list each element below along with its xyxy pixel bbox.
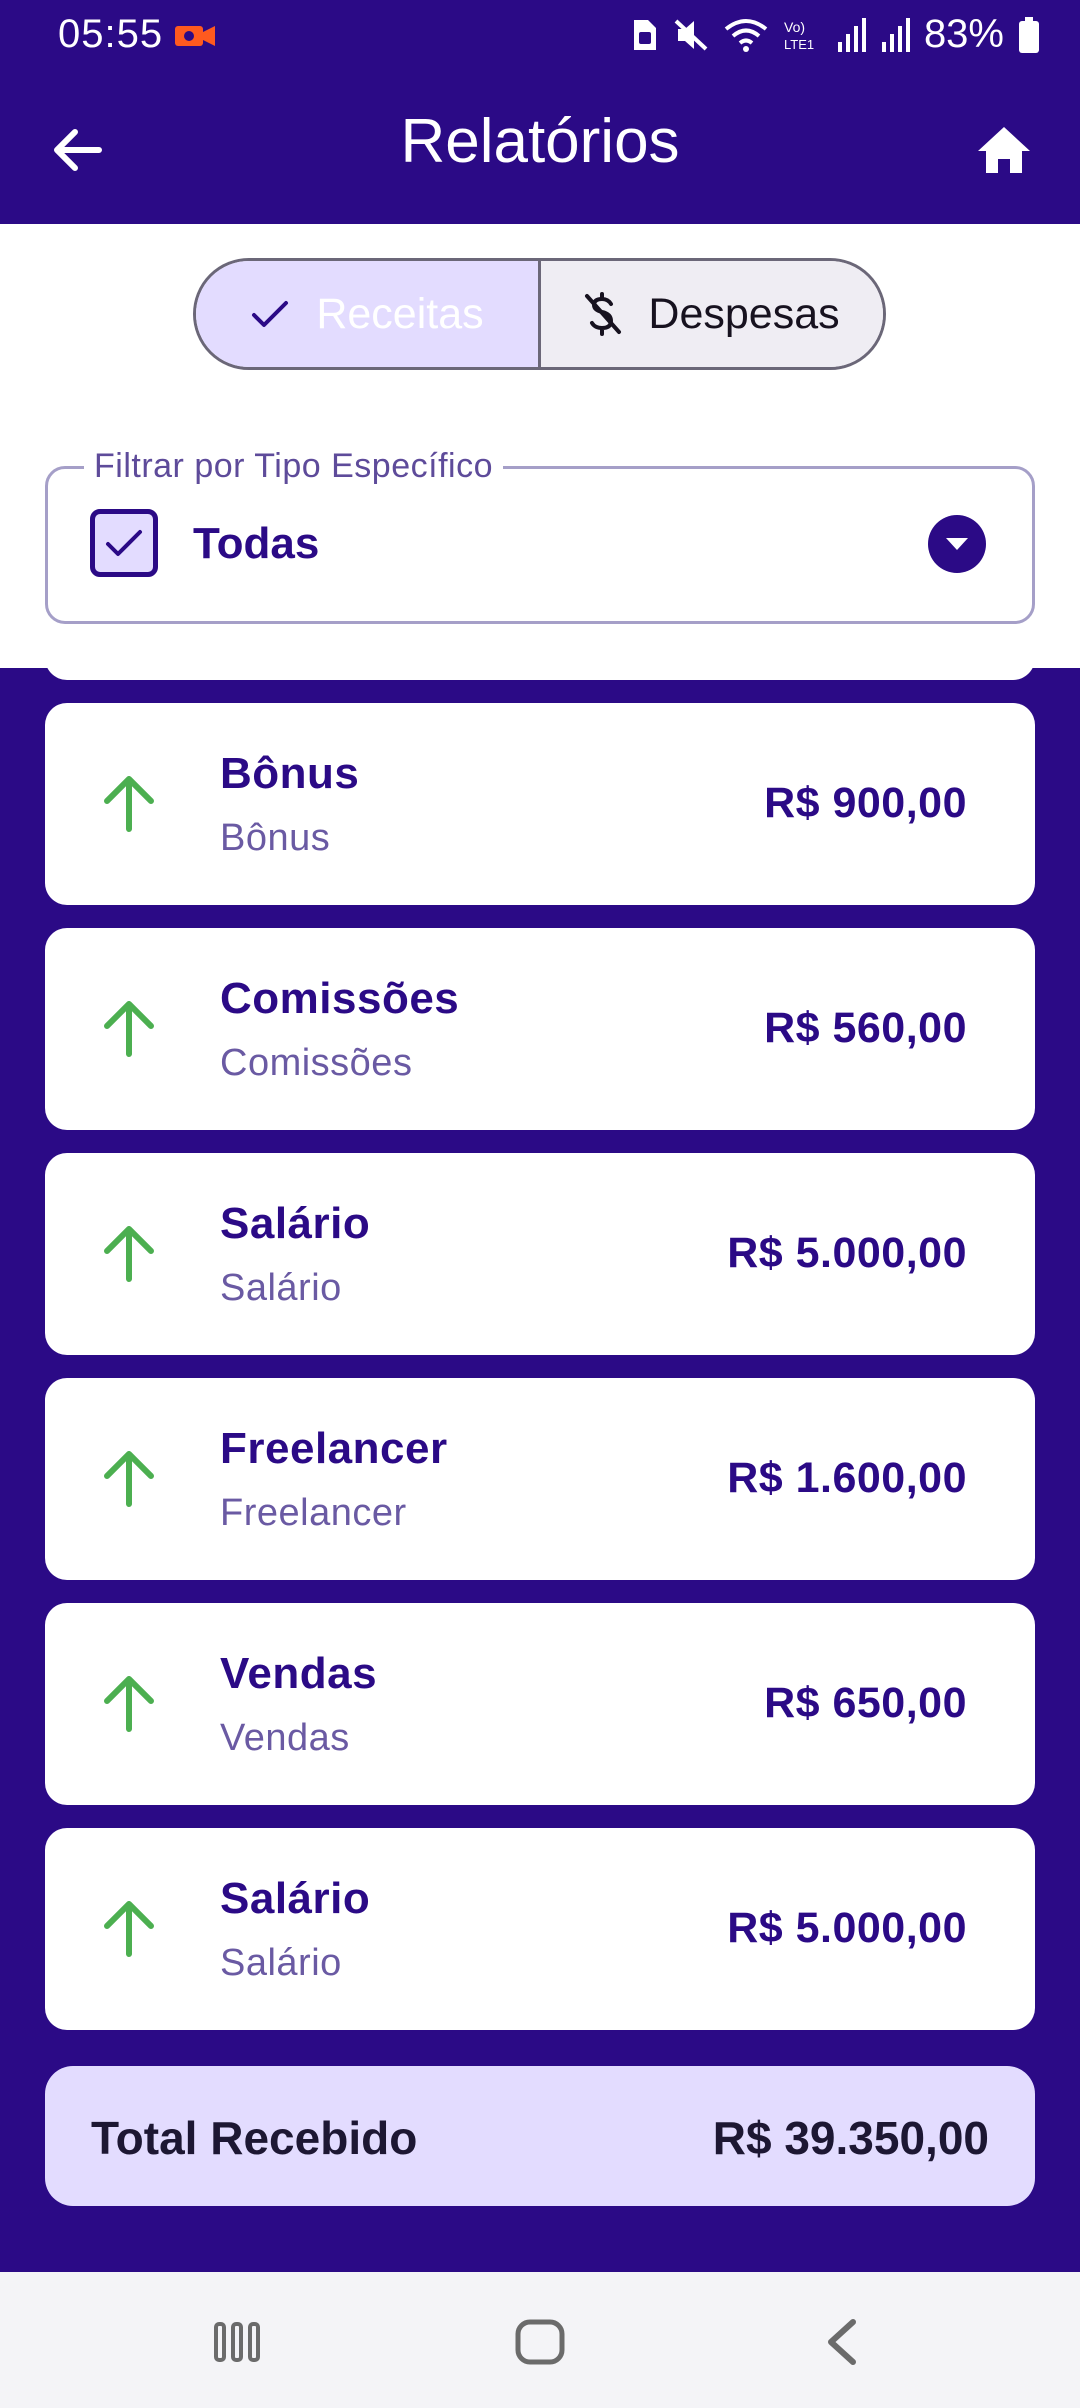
list-item[interactable]: Comissões Comissões R$ 560,00 [45,928,1035,1130]
volte-icon: Vo) LTE1 [784,19,814,52]
check-icon [252,301,289,327]
item-title: Freelancer [220,1424,448,1473]
mute-icon [674,19,708,50]
item-category: Bônus [220,817,331,859]
item-title: Bônus [220,749,360,798]
battery-icon [1019,16,1039,53]
screen-record-icon [175,26,215,46]
filter-panel: Receitas Despesas Filtrar por Tipo Espec… [0,224,1080,668]
item-category: Salário [220,1267,342,1309]
home-nav-icon [515,2319,565,2365]
type-toggle: Receitas Despesas [193,258,886,370]
item-title: Salário [220,1874,371,1923]
item-amount: R$ 5.000,00 [727,1904,967,1952]
item-amount: R$ 5.000,00 [727,1229,967,1277]
arrow-up-icon [104,1226,154,1282]
wifi-icon [724,18,768,52]
arrow-up-icon [104,1001,154,1057]
total-value: R$ 39.350,00 [712,2112,989,2164]
money-off-icon [585,292,622,336]
home-icon [978,127,1030,173]
item-title: Salário [220,1199,371,1248]
list-item[interactable]: Vendas Vendas R$ 650,00 [45,1603,1035,1805]
arrow-up-icon [104,1451,154,1507]
svg-text:Vo): Vo) [784,19,805,35]
income-list: Bônus Bônus R$ 900,00 Comissões Comissões R$ … [45,703,1035,2053]
item-category: Freelancer [220,1492,407,1534]
item-title: Comissões [220,974,460,1023]
sim-card-icon [633,19,656,50]
chevron-down-icon [928,515,986,573]
item-amount: R$ 1.600,00 [727,1454,967,1502]
list-item[interactable]: Freelancer Freelancer R$ 1.600,00 [45,1378,1035,1580]
battery-percent: 83% [923,12,1004,56]
page-title: Relatórios [400,107,680,176]
list-item-partial [45,640,1035,680]
item-amount: R$ 900,00 [764,779,967,827]
signal-icon [837,17,866,52]
arrow-up-icon [104,1901,154,1957]
signal-icon-2 [881,17,910,52]
item-category: Vendas [220,1717,350,1759]
item-title: Vendas [220,1649,378,1698]
item-amount: R$ 560,00 [764,1004,967,1052]
total-summary: Total Recebido R$ 39.350,00 [45,2066,1035,2206]
check-icon [90,509,158,577]
app-bar: Relatórios [0,70,1080,224]
tab-despesas[interactable]: Despesas [541,261,883,367]
recent-apps-button[interactable] [192,2302,282,2382]
filter-value: Todas [193,519,320,568]
back-nav-icon [828,2319,856,2365]
list-item[interactable]: Salário Salário R$ 5.000,00 [45,1828,1035,2030]
item-category: Comissões [220,1042,413,1084]
back-nav-button[interactable] [798,2302,888,2382]
status-time: 05:55 [58,12,164,56]
tab-receitas[interactable]: Receitas [196,261,541,367]
type-filter-dropdown[interactable]: Filtrar por Tipo Específico Todas [45,447,1035,624]
status-bar: 05:55 Vo) LTE1 83% [0,0,1080,70]
item-category: Salário [220,1942,342,1984]
home-nav-button[interactable] [495,2302,585,2382]
status-icons: Vo) LTE1 83% [630,12,1040,57]
tab-despesas-label: Despesas [648,289,840,338]
svg-text:LTE1: LTE1 [784,37,814,52]
tab-receitas-label: Receitas [316,289,484,338]
filter-label: Filtrar por Tipo Específico [84,447,503,486]
recent-apps-icon [214,2322,260,2362]
home-button[interactable] [964,112,1044,188]
list-item[interactable]: Salário Salário R$ 5.000,00 [45,1153,1035,1355]
total-label: Total Recebido [91,2112,418,2164]
list-item[interactable]: Bônus Bônus R$ 900,00 [45,703,1035,905]
arrow-up-icon [104,776,154,832]
item-amount: R$ 650,00 [764,1679,967,1727]
system-nav-bar [0,2272,1080,2408]
arrow-up-icon [104,1676,154,1732]
